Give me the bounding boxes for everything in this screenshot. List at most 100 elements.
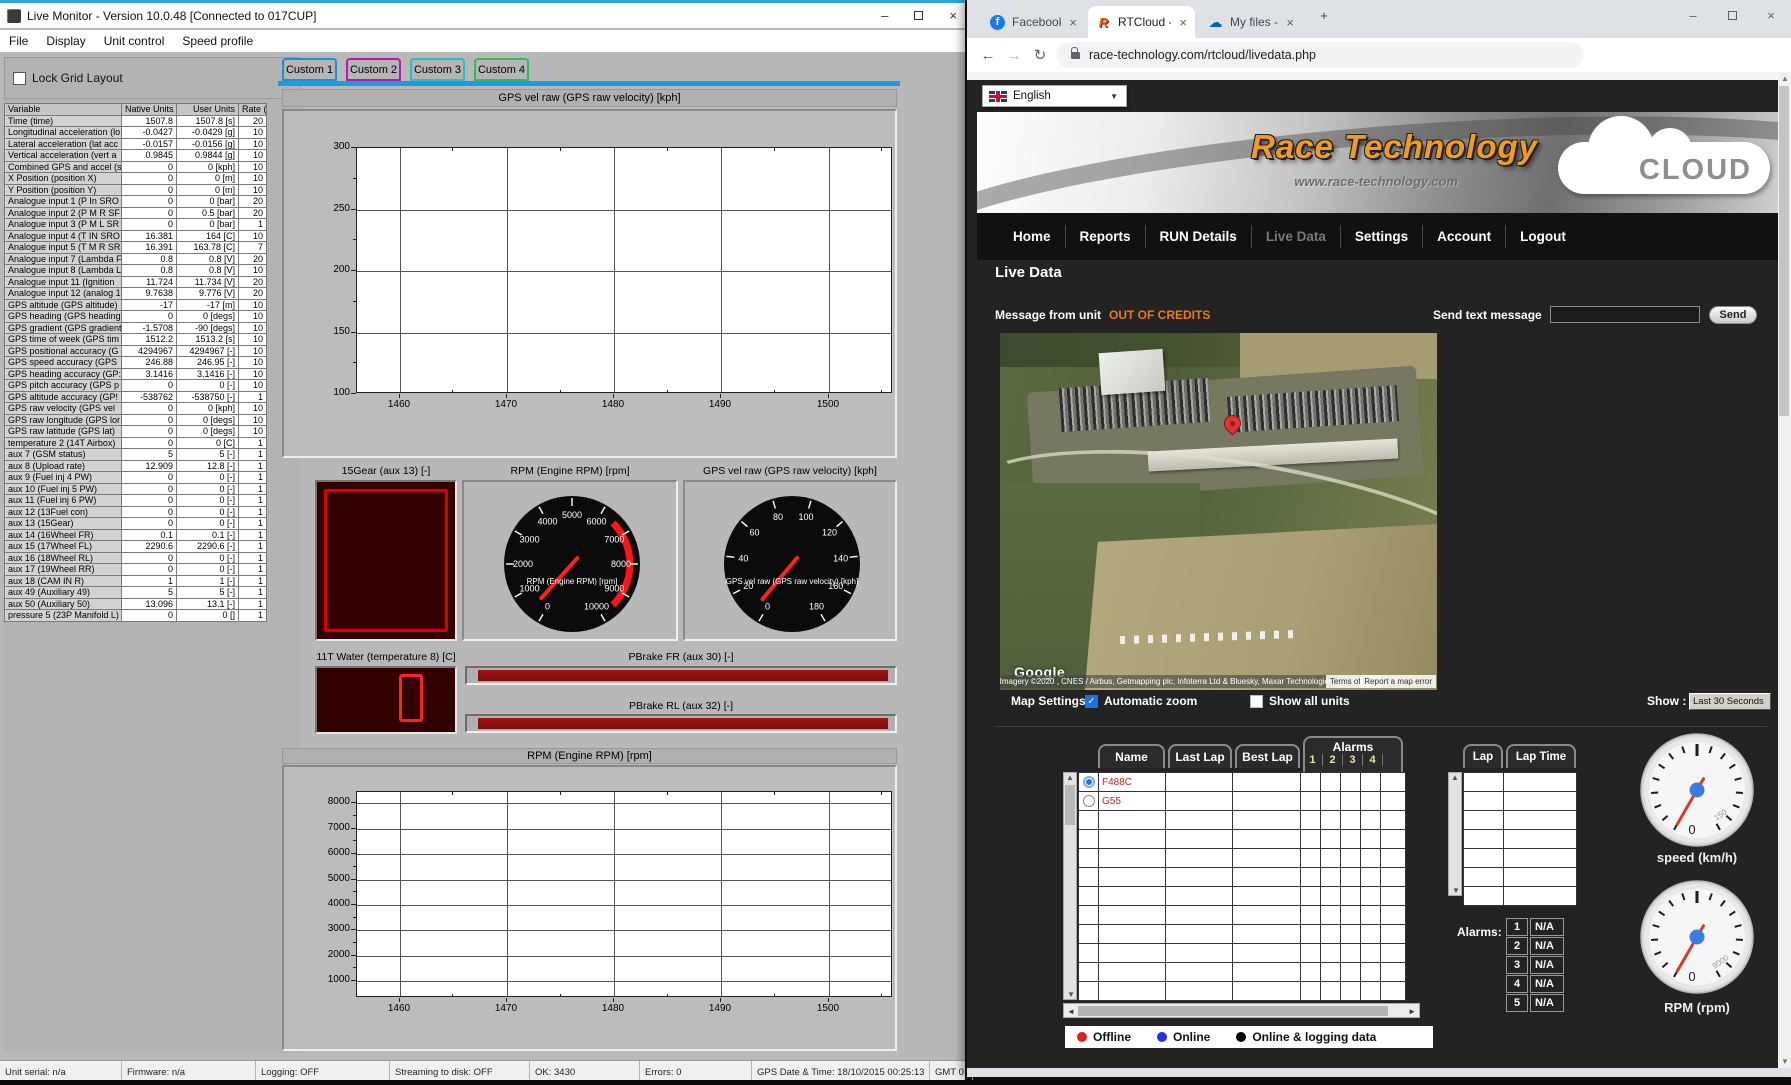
unit-radio[interactable] [1083, 776, 1095, 788]
svg-text:3000: 3000 [520, 535, 540, 545]
x-tick-label: 1470 [486, 399, 526, 410]
page-title: Live Data [995, 264, 1062, 281]
x-minor-tick [452, 390, 453, 393]
nav-account[interactable]: Account [1422, 225, 1505, 248]
lap-row [1464, 830, 1577, 849]
tab-close-icon[interactable]: × [1179, 15, 1187, 30]
units-table-vscrollbar[interactable]: ▲▼ [1063, 772, 1077, 1000]
map[interactable]: Google Imagery ©2020 , CNES / Airbus, Ge… [1000, 333, 1437, 690]
y-tick [351, 270, 356, 271]
chart-top: 30025020015010014601470148014901500 [282, 109, 897, 458]
address-bar[interactable]: race-technology.com/rtcloud/livedata.php [1057, 42, 1583, 68]
gridline [400, 148, 401, 392]
lap-row [1464, 811, 1577, 830]
svg-text:10000: 10000 [584, 601, 609, 611]
x-tick [613, 394, 614, 398]
gridline [357, 956, 891, 957]
send-button[interactable]: Send [1709, 306, 1757, 324]
send-text-label: Send text message [1433, 308, 1542, 322]
unit-radio[interactable] [1083, 795, 1095, 807]
url-text[interactable]: race-technology.com/rtcloud/livedata.php [1089, 48, 1316, 62]
table-row: Analogue input 1 (P In SRO00 [bar]20 [5, 196, 267, 208]
units-table-hscrollbar[interactable]: ◄ ► [1063, 1003, 1420, 1018]
new-tab-button[interactable]: + [1312, 0, 1336, 30]
unit-row [1079, 849, 1406, 868]
x-tick [399, 998, 400, 1002]
forward-icon[interactable]: → [1001, 47, 1027, 64]
svg-text:GPS vel raw (GPS raw velocity): GPS vel raw (GPS raw velocity) [kph] [726, 577, 858, 586]
browser-toolbar: ← → ↻ ⌂ race-technology.com/rtcloud/live… [967, 38, 1791, 72]
maximize-icon[interactable] [1712, 0, 1752, 30]
tab-close-icon[interactable]: × [1069, 15, 1077, 30]
show-range-select[interactable]: Last 30 Seconds [1689, 693, 1771, 710]
svg-text:0: 0 [545, 601, 550, 611]
report-map-error-link[interactable]: Report a map error [1360, 675, 1436, 688]
alarm-value-4: N/A [1530, 975, 1564, 993]
menu-unit-control[interactable]: Unit control [95, 32, 174, 50]
tab-custom-4[interactable]: Custom 4 [474, 58, 529, 81]
unit-row [1079, 982, 1406, 1001]
tab-facebook[interactable]: f Facebook × [982, 6, 1085, 38]
alarm-num-5: 5 [1506, 994, 1528, 1012]
nav-reports[interactable]: Reports [1065, 225, 1145, 248]
tab-custom-1[interactable]: Custom 1 [282, 58, 337, 81]
y-minor-tick [353, 301, 356, 302]
browser-bottom-edge [967, 1068, 1791, 1077]
back-icon[interactable]: ← [975, 47, 1001, 64]
alarm-col-numbers: 1234 [1303, 754, 1383, 766]
scroll-left-icon[interactable]: ◄ [1067, 1007, 1075, 1016]
nav-settings[interactable]: Settings [1340, 225, 1422, 248]
svg-text:0: 0 [765, 601, 770, 611]
unit-row: F488C [1079, 773, 1406, 792]
nav-home[interactable]: Home [999, 225, 1065, 248]
tab-onedrive[interactable]: ☁ My files - OneDrive × [1200, 6, 1302, 38]
x-minor-tick [667, 390, 668, 393]
page-top-strip [967, 72, 1778, 80]
gridline [400, 792, 401, 996]
page-scrollbar[interactable]: ▲ ▼ [1778, 72, 1791, 1068]
maximize-icon[interactable] [914, 11, 923, 20]
lap-table-vscrollbar[interactable]: ▲▼ [1448, 772, 1462, 896]
message-from-unit-value: OUT OF CREDITS [1109, 308, 1210, 322]
menu-file[interactable]: File [0, 32, 37, 50]
table-row: aux 15 (17Wheel FL)2290.62290.6 [-]1 [5, 541, 267, 553]
scroll-up-icon[interactable]: ▲ [1781, 74, 1789, 83]
y-tick-label: 1000 [308, 974, 350, 985]
lock-grid-checkbox[interactable] [13, 72, 26, 85]
tab-label: Facebook [1012, 15, 1061, 29]
close-icon[interactable]: × [1751, 0, 1791, 30]
nav-run-details[interactable]: RUN Details [1145, 225, 1251, 248]
x-tick-label: 1460 [379, 1003, 419, 1014]
tab-close-icon[interactable]: × [1286, 15, 1294, 30]
scroll-down-icon[interactable]: ▼ [1781, 1057, 1789, 1066]
status-legend: OfflineOnlineOnline & logging data [1065, 1026, 1433, 1048]
scroll-right-icon[interactable]: ► [1408, 1007, 1416, 1016]
water-display [315, 666, 457, 734]
language-select[interactable]: English ▼ [982, 85, 1127, 107]
y-tick-label: 2000 [308, 949, 350, 960]
gridline [829, 148, 830, 392]
minimize-icon[interactable]: – [1673, 0, 1713, 30]
tab-rtcloud[interactable]: R RTCloud - Live Data × [1088, 6, 1195, 38]
alarm-value-5: N/A [1530, 994, 1564, 1012]
scroll-thumb[interactable] [1779, 86, 1789, 416]
lock-grid-layout[interactable]: Lock Grid Layout [4, 57, 300, 99]
tab-custom-3[interactable]: Custom 3 [410, 58, 465, 81]
y-tick [351, 955, 356, 956]
tab-custom-2[interactable]: Custom 2 [346, 58, 401, 81]
x-minor-tick [452, 792, 453, 795]
unit-row [1079, 925, 1406, 944]
menu-display[interactable]: Display [37, 32, 94, 50]
close-icon[interactable]: × [949, 8, 957, 23]
send-text-input[interactable] [1550, 306, 1700, 323]
tab-label: RTCloud - Live Data [1118, 15, 1171, 29]
nav-logout[interactable]: Logout [1505, 225, 1580, 248]
x-tick-label: 1460 [379, 399, 419, 410]
gridline [614, 148, 615, 392]
reload-icon[interactable]: ↻ [1027, 46, 1053, 64]
gear-title: 15Gear (aux 13) [-] [315, 465, 457, 477]
show-all-units-checkbox[interactable] [1250, 695, 1263, 708]
legend-offline: Offline [1077, 1030, 1131, 1044]
automatic-zoom-checkbox[interactable]: ✓ [1085, 695, 1098, 708]
menu-speed-profile[interactable]: Speed profile [173, 32, 262, 50]
